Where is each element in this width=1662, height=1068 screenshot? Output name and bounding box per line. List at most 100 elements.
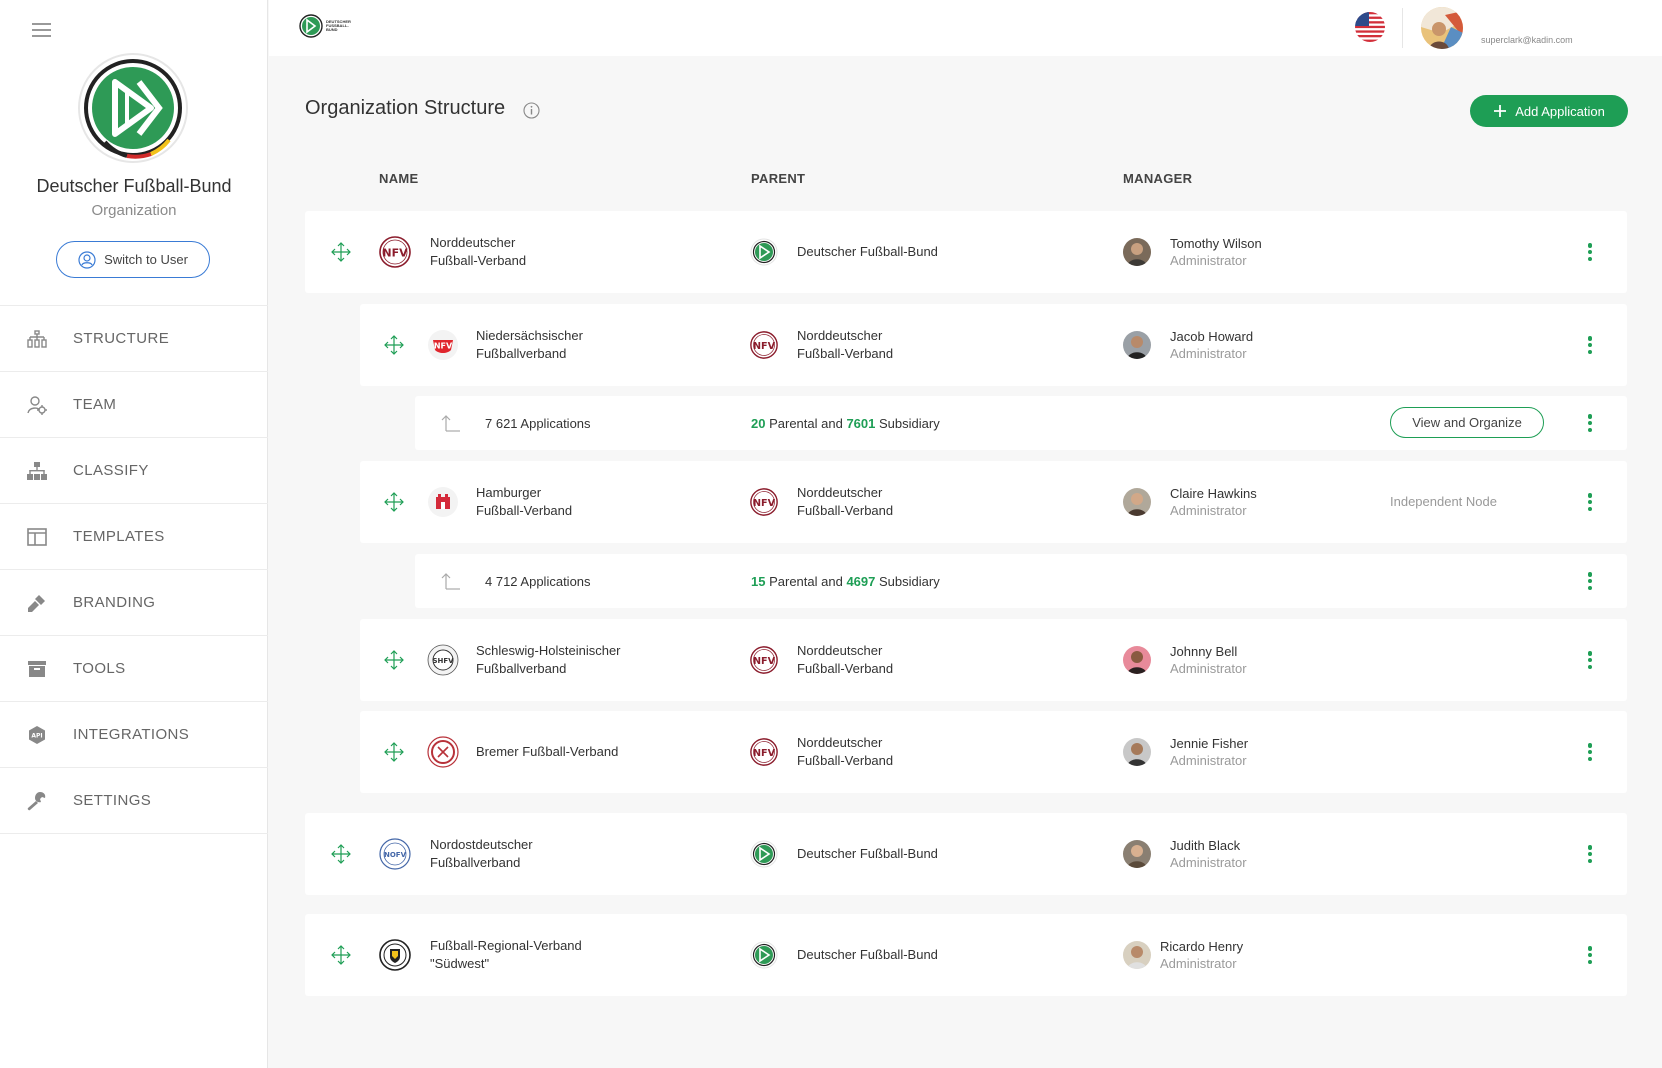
parent-name: Norddeutscher Fußball-Verband xyxy=(797,643,894,676)
view-and-organize-button[interactable]: View and Organize xyxy=(1390,407,1544,438)
table-row[interactable]: Niedersächsischer Fußballverband Norddeu… xyxy=(360,304,1627,386)
table-row[interactable]: Schleswig-Holsteinischer Fußballverband … xyxy=(360,619,1627,701)
bfv-logo-icon xyxy=(427,736,459,768)
nav-item-branding[interactable]: BRANDING xyxy=(0,570,268,636)
top-logo[interactable]: DEUTSCHER FUSSBALL-BUND xyxy=(299,14,360,38)
more-options-icon[interactable] xyxy=(1585,491,1595,513)
parental-count: 15 xyxy=(751,574,766,589)
nav-label: CLASSIFY xyxy=(73,462,149,479)
applications-row[interactable]: 7 621 Applications 20 Parental and 7601 … xyxy=(415,396,1627,450)
nfv-logo-icon xyxy=(379,236,411,268)
plus-icon xyxy=(1494,105,1507,117)
table-row[interactable]: Norddeutscher Fußball-Verband Deutscher … xyxy=(305,211,1627,293)
org-row-name: Niedersächsischer Fußballverband xyxy=(476,328,583,361)
more-options-icon[interactable] xyxy=(1585,334,1595,356)
switch-to-user-button[interactable]: Switch to User xyxy=(56,241,210,278)
more-options-icon[interactable] xyxy=(1585,843,1595,865)
settings-icon xyxy=(26,790,48,812)
manager-name: Jacob Howard xyxy=(1170,329,1254,344)
classify-icon xyxy=(26,460,48,482)
nav-item-settings[interactable]: SETTINGS xyxy=(0,768,268,834)
switch-to-user-label: Switch to User xyxy=(104,252,188,267)
more-options-icon[interactable] xyxy=(1585,412,1595,434)
org-row-name: Bremer Fußball-Verband xyxy=(476,744,619,759)
table-row[interactable]: Hamburger Fußball-Verband Norddeutscher … xyxy=(360,461,1627,543)
nav-label: BRANDING xyxy=(73,594,156,611)
manager-role: Administrator xyxy=(1170,753,1247,768)
add-application-button[interactable]: Add Application xyxy=(1470,95,1628,127)
parental-count: 20 xyxy=(751,416,766,431)
more-options-icon[interactable] xyxy=(1585,570,1595,592)
nav-label: INTEGRATIONS xyxy=(73,726,190,743)
org-row-name: Schleswig-Holsteinischer Fußballverband xyxy=(476,643,621,676)
frv-logo-icon xyxy=(379,939,411,971)
manager-role: Administrator xyxy=(1170,253,1247,268)
move-handle-icon[interactable] xyxy=(331,844,351,864)
nav-item-tools[interactable]: TOOLS xyxy=(0,636,268,702)
subsidiary-count: 4697 xyxy=(846,574,876,589)
manager-avatar xyxy=(1123,331,1151,359)
move-handle-icon[interactable] xyxy=(384,335,404,355)
user-avatar[interactable] xyxy=(1421,7,1463,49)
svg-text:API: API xyxy=(31,732,42,739)
org-row-name: Fußball-Regional-Verband "Südwest" xyxy=(430,938,582,971)
column-header-manager: MANAGER xyxy=(1123,171,1193,186)
dfb-logo xyxy=(78,53,188,163)
org-row-name: Hamburger Fußball-Verband xyxy=(476,485,573,518)
nav-item-integrations[interactable]: API INTEGRATIONS xyxy=(0,702,268,768)
nofv-logo-icon xyxy=(379,838,411,870)
nfv-logo-icon xyxy=(750,488,778,516)
table-row[interactable]: Nordostdeutscher Fußballverband Deutsche… xyxy=(305,813,1627,895)
user-circle-icon xyxy=(78,250,96,269)
move-handle-icon[interactable] xyxy=(384,742,404,762)
more-options-icon[interactable] xyxy=(1585,944,1595,966)
manager-name: Jennie Fisher xyxy=(1170,736,1249,751)
us-flag-icon[interactable] xyxy=(1355,12,1385,42)
manager-role: Administrator xyxy=(1160,956,1237,971)
hamburger-menu-icon[interactable] xyxy=(32,23,51,37)
manager-name: Tomothy Wilson xyxy=(1170,236,1262,251)
nav-item-classify[interactable]: CLASSIFY xyxy=(0,438,268,504)
subsidiary-text: Subsidiary xyxy=(879,574,940,589)
nav-label: STRUCTURE xyxy=(73,330,170,347)
nfv-logo-icon xyxy=(750,738,778,766)
nav-item-team[interactable]: TEAM xyxy=(0,372,268,438)
parent-name: Deutscher Fußball-Bund xyxy=(797,846,938,861)
sidebar: Deutscher Fußball-Bund Organization Swit… xyxy=(0,0,268,1068)
more-options-icon[interactable] xyxy=(1585,741,1595,763)
org-row-name: Nordostdeutscher Fußballverband xyxy=(430,837,533,870)
user-email[interactable]: superclark@kadin.com xyxy=(1481,35,1573,45)
org-row-name: Norddeutscher Fußball-Verband xyxy=(430,235,527,268)
nav-item-templates[interactable]: TEMPLATES xyxy=(0,504,268,570)
independent-node-label: Independent Node xyxy=(1390,494,1497,509)
move-handle-icon[interactable] xyxy=(384,492,404,512)
parent-name: Norddeutscher Fußball-Verband xyxy=(797,485,894,518)
move-handle-icon[interactable] xyxy=(331,242,351,262)
manager-role: Administrator xyxy=(1170,855,1247,870)
parent-name: Norddeutscher Fußball-Verband xyxy=(797,328,894,361)
applications-count: 7 621 Applications xyxy=(485,416,591,431)
column-header-parent: PARENT xyxy=(751,171,806,186)
move-handle-icon[interactable] xyxy=(384,650,404,670)
manager-avatar xyxy=(1123,488,1151,516)
more-options-icon[interactable] xyxy=(1585,241,1595,263)
nav-item-structure[interactable]: STRUCTURE xyxy=(0,306,268,372)
nfv-logo-icon xyxy=(750,331,778,359)
manager-avatar xyxy=(1123,738,1151,766)
move-handle-icon[interactable] xyxy=(331,945,351,965)
integrations-icon: API xyxy=(26,724,48,746)
more-options-icon[interactable] xyxy=(1585,649,1595,671)
parent-name: Deutscher Fußball-Bund xyxy=(797,947,938,962)
manager-avatar xyxy=(1123,238,1151,266)
table-row[interactable]: Bremer Fußball-Verband Norddeutscher Fuß… xyxy=(360,711,1627,793)
team-icon xyxy=(26,394,48,416)
table-row[interactable]: Fußball-Regional-Verband "Südwest" Deuts… xyxy=(305,914,1627,996)
applications-row[interactable]: 4 712 Applications 15 Parental and 4697 … xyxy=(415,554,1627,608)
up-arrow-icon xyxy=(441,413,461,433)
nav-label: TEAM xyxy=(73,396,117,413)
info-icon[interactable] xyxy=(523,102,540,119)
subsidiary-text: Subsidiary xyxy=(879,416,940,431)
hfv-logo-icon xyxy=(427,486,459,518)
manager-name: Judith Black xyxy=(1170,838,1241,853)
top-bar: DEUTSCHER FUSSBALL-BUND superclark@kadin… xyxy=(269,0,1662,56)
